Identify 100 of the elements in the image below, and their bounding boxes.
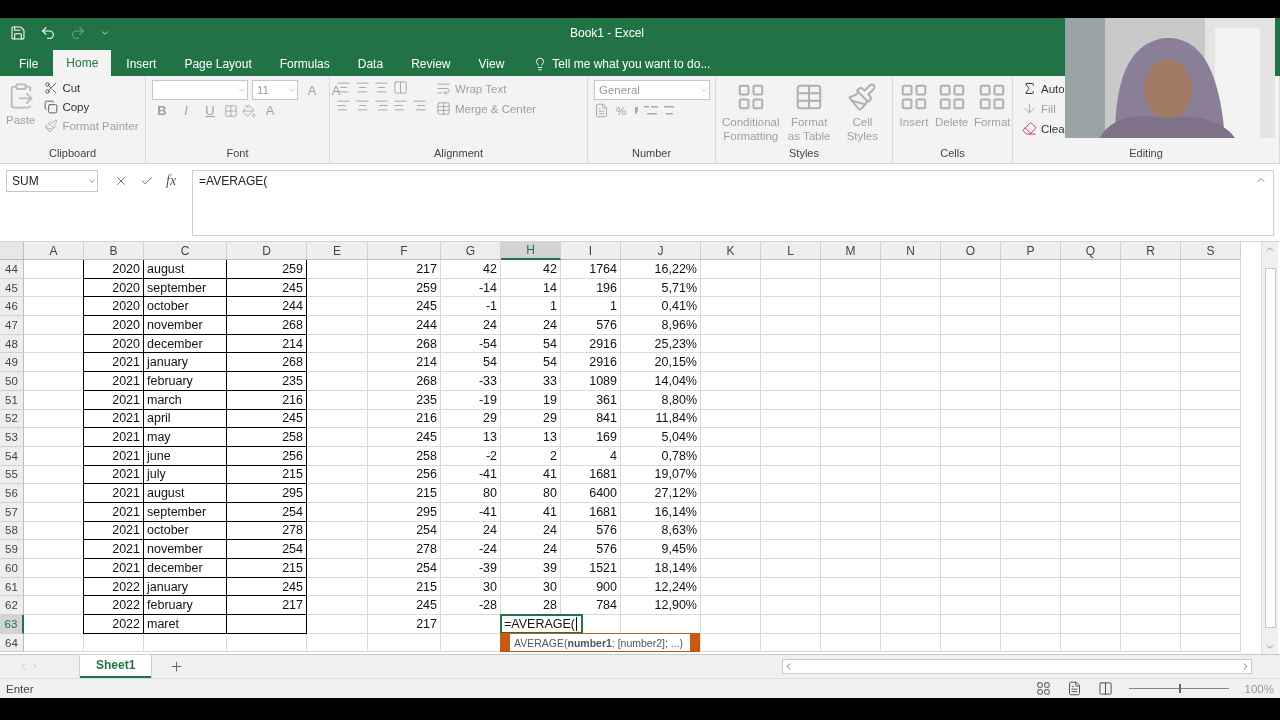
fill-color-icon[interactable] — [242, 103, 256, 118]
ribbon-tab[interactable]: View — [465, 52, 518, 76]
column-header[interactable]: K — [701, 242, 761, 260]
sheet-tab[interactable]: Sheet1 — [80, 654, 152, 678]
increase-indent-icon[interactable] — [412, 98, 427, 113]
table-cell: 27,12% — [621, 484, 701, 503]
normal-view-icon[interactable] — [1035, 681, 1051, 696]
table-cell: 16,22% — [621, 260, 701, 279]
column-header[interactable]: N — [881, 242, 941, 260]
empty-cell — [1181, 260, 1241, 279]
ribbon-tab[interactable]: Formulas — [266, 52, 343, 76]
column-header[interactable]: H — [501, 242, 561, 260]
column-header[interactable]: L — [761, 242, 821, 260]
page-layout-icon[interactable] — [1066, 681, 1082, 696]
table-cell: 54 — [501, 353, 561, 373]
window-title: Book1 - Excel — [570, 26, 645, 40]
undo-icon[interactable] — [40, 25, 56, 41]
align-center-icon[interactable] — [355, 98, 370, 113]
ribbon-tab[interactable]: File — [6, 52, 52, 76]
orientation-icon[interactable] — [393, 80, 408, 95]
add-sheet-icon[interactable] — [169, 659, 185, 674]
table-cell: 256 — [226, 446, 307, 466]
wrap-text-icon — [436, 81, 451, 96]
align-left-icon[interactable] — [336, 98, 351, 113]
align-bottom-icon[interactable] — [374, 80, 389, 95]
clear-button[interactable]: Clea — [1019, 120, 1068, 137]
empty-cell — [701, 353, 761, 373]
column-header[interactable]: I — [561, 242, 621, 260]
column-header[interactable]: R — [1121, 242, 1181, 260]
autosum-button[interactable]: Auto — [1019, 80, 1068, 97]
table-cell: 169 — [561, 428, 621, 447]
column-header[interactable]: F — [368, 242, 441, 260]
column-header[interactable]: C — [144, 242, 227, 260]
row-header[interactable]: 59 — [0, 540, 24, 559]
tell-me-search[interactable]: Tell me what you want to do... — [527, 52, 717, 76]
column-header[interactable]: M — [821, 242, 881, 260]
row-header[interactable]: 47 — [0, 316, 24, 335]
font-name-field[interactable] — [152, 80, 248, 100]
cut-button[interactable]: Cut — [41, 80, 142, 96]
horizontal-scrollbar[interactable] — [782, 659, 1252, 674]
vertical-scrollbar[interactable] — [1261, 242, 1278, 654]
select-all-corner[interactable] — [0, 242, 24, 260]
empty-cell — [1001, 353, 1061, 373]
row-header[interactable]: 46 — [0, 297, 24, 317]
redo-icon[interactable] — [70, 25, 86, 41]
row-header[interactable]: 44 — [0, 260, 24, 279]
column-header[interactable]: E — [307, 242, 368, 260]
insert-function-button[interactable]: fx — [166, 173, 177, 189]
formula-field[interactable]: =AVERAGE( — [192, 170, 1274, 236]
save-icon[interactable] — [10, 25, 26, 41]
column-header[interactable]: G — [441, 242, 501, 260]
table-cell: 245 — [226, 409, 307, 429]
ribbon-tab[interactable]: Page Layout — [171, 52, 265, 76]
align-middle-icon[interactable] — [355, 80, 370, 95]
currency-icon[interactable] — [594, 103, 609, 118]
row-header[interactable]: 60 — [0, 559, 24, 578]
column-header[interactable]: P — [1001, 242, 1061, 260]
ribbon-tab[interactable]: Review — [398, 52, 464, 76]
table-cell: -2 — [441, 446, 501, 466]
align-right-icon[interactable] — [374, 98, 389, 113]
table-cell: 245 — [226, 278, 307, 298]
page-break-icon[interactable] — [1097, 681, 1113, 696]
column-header[interactable]: D — [227, 242, 307, 260]
cancel-icon[interactable] — [114, 174, 128, 188]
column-header[interactable]: J — [621, 242, 701, 260]
table-cell: 2022 — [83, 577, 144, 597]
empty-cell — [1181, 559, 1241, 578]
column-header[interactable]: A — [24, 242, 84, 260]
name-box[interactable]: SUM — [6, 170, 98, 192]
enter-icon[interactable] — [140, 174, 154, 188]
ribbon-tab[interactable]: Insert — [113, 52, 170, 76]
number-format-value: General — [599, 84, 640, 96]
row-header[interactable]: 56 — [0, 484, 24, 503]
table-cell: 80 — [441, 484, 501, 503]
borders-icon[interactable] — [224, 103, 238, 118]
empty-cell — [701, 446, 761, 466]
row-header[interactable]: 62 — [0, 596, 24, 616]
increase-decimal-icon[interactable] — [643, 103, 660, 118]
empty-cell — [1001, 390, 1061, 410]
ribbon-tab[interactable]: Home — [53, 50, 112, 76]
row-header[interactable]: 53 — [0, 428, 24, 447]
empty-cell — [941, 540, 1001, 559]
empty-cell — [1061, 409, 1121, 429]
column-header[interactable]: S — [1181, 242, 1241, 260]
table-cell: -41 — [441, 465, 501, 485]
row-header[interactable]: 63 — [0, 615, 24, 634]
column-header[interactable]: Q — [1061, 242, 1121, 260]
ribbon-tab[interactable]: Data — [344, 52, 397, 76]
customize-icon[interactable] — [100, 28, 110, 38]
cell-editor[interactable]: =AVERAGE( — [500, 614, 583, 634]
column-header[interactable]: B — [84, 242, 144, 260]
comma-style-icon[interactable] — [633, 105, 640, 116]
copy-button[interactable]: Copy — [41, 99, 142, 115]
empty-cell — [761, 577, 821, 597]
row-header[interactable]: 49 — [0, 353, 24, 373]
empty-cell — [881, 334, 941, 354]
decrease-indent-icon[interactable] — [393, 98, 408, 113]
row-header[interactable]: 50 — [0, 372, 24, 391]
empty-cell — [307, 260, 368, 279]
column-header[interactable]: O — [941, 242, 1001, 260]
